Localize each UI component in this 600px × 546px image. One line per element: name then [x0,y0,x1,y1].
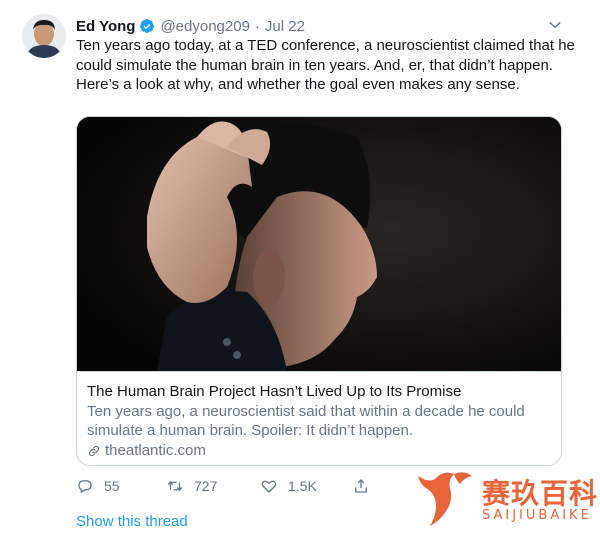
tweet-header: Ed Yong @edyong209 · Jul 22 [76,16,305,36]
share-icon [355,479,367,493]
avatar[interactable] [22,14,66,58]
author-handle[interactable]: @edyong209 [160,18,249,35]
reply-count: 55 [104,478,120,494]
tweet[interactable]: Ed Yong @edyong209 · Jul 22 Ten years ag… [0,0,600,546]
reply-button[interactable]: 55 [76,476,120,496]
card-description: Ten years ago, a neuroscientist said tha… [87,403,525,439]
link-card[interactable]: The Human Brain Project Hasn’t Lived Up … [76,116,562,466]
retweet-button[interactable]: 727 [166,476,217,496]
reply-icon [78,480,92,493]
card-domain: theatlantic.com [105,442,206,459]
chevron-down-icon[interactable] [546,16,564,34]
card-body: The Human Brain Project Hasn’t Lived Up … [77,371,561,465]
share-button[interactable] [352,476,370,496]
watermark-english-text: SAIJIUBAIKE [482,508,592,523]
tweet-date[interactable]: Jul 22 [265,18,305,35]
show-thread-link[interactable]: Show this thread [76,513,188,530]
header-separator: · [254,17,260,35]
author-name[interactable]: Ed Yong [76,18,135,35]
watermark-chinese-text: 赛玖百科 [482,477,599,510]
link-icon [88,445,100,456]
like-icon [261,480,277,493]
card-title: The Human Brain Project Hasn’t Lived Up … [87,383,462,400]
retweet-count: 727 [194,478,218,494]
card-image[interactable] [77,117,561,371]
verified-badge-icon [140,19,155,33]
retweet-icon [167,480,183,492]
watermark-logo-icon [418,472,472,526]
like-button[interactable]: 1.5K [260,476,317,496]
tweet-text: Ten years ago today, at a TED conference… [76,37,575,93]
like-count: 1.5K [288,478,317,494]
card-domain-row: theatlantic.com [87,441,551,460]
watermark: 赛玖百科 SAIJIUBAIKE [414,468,600,530]
